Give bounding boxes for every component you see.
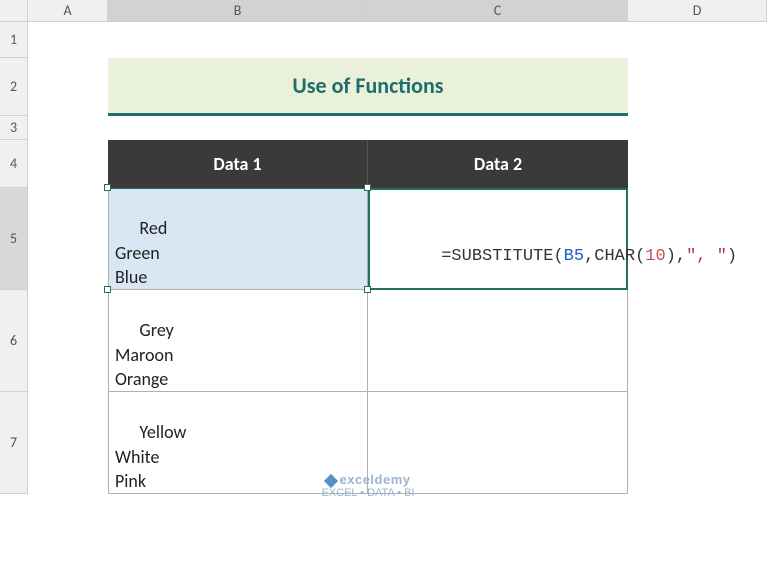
row-header-3[interactable]: 3 — [0, 116, 28, 140]
col-header-b[interactable]: B — [108, 0, 368, 22]
row-header-7[interactable]: 7 — [0, 392, 28, 494]
col-header-c[interactable]: C — [368, 0, 628, 22]
row-header-2[interactable]: 2 — [0, 58, 28, 116]
cell-c7[interactable] — [368, 392, 628, 494]
cell-b6[interactable]: Grey Maroon Orange — [108, 290, 368, 392]
selection-handle[interactable] — [364, 184, 371, 191]
row-header-1[interactable]: 1 — [0, 22, 28, 58]
row-header-5[interactable]: 5 — [0, 188, 28, 290]
table-header-data2[interactable]: Data 2 — [368, 140, 628, 188]
table-header-data1[interactable]: Data 1 — [108, 140, 368, 188]
page-title: Use of Functions — [108, 58, 628, 116]
selection-handle[interactable] — [364, 286, 371, 293]
cell-b7[interactable]: Yellow White Pink — [108, 392, 368, 494]
select-all-corner[interactable] — [0, 0, 28, 22]
selection-handle[interactable] — [104, 184, 111, 191]
row-header-6[interactable]: 6 — [0, 290, 28, 392]
formula-text: =SUBSTITUTE(B5,CHAR(10),", ") — [380, 228, 737, 285]
selection-handle[interactable] — [104, 286, 111, 293]
col-header-d[interactable]: D — [628, 0, 767, 22]
spreadsheet[interactable]: A B C D 1 2 3 4 5 6 7 Use of Functions D… — [0, 0, 767, 570]
row-header-4[interactable]: 4 — [0, 140, 28, 188]
cell-b5[interactable]: Red Green Blue — [108, 188, 368, 290]
cell-c6[interactable] — [368, 290, 628, 392]
col-header-a[interactable]: A — [28, 0, 108, 22]
